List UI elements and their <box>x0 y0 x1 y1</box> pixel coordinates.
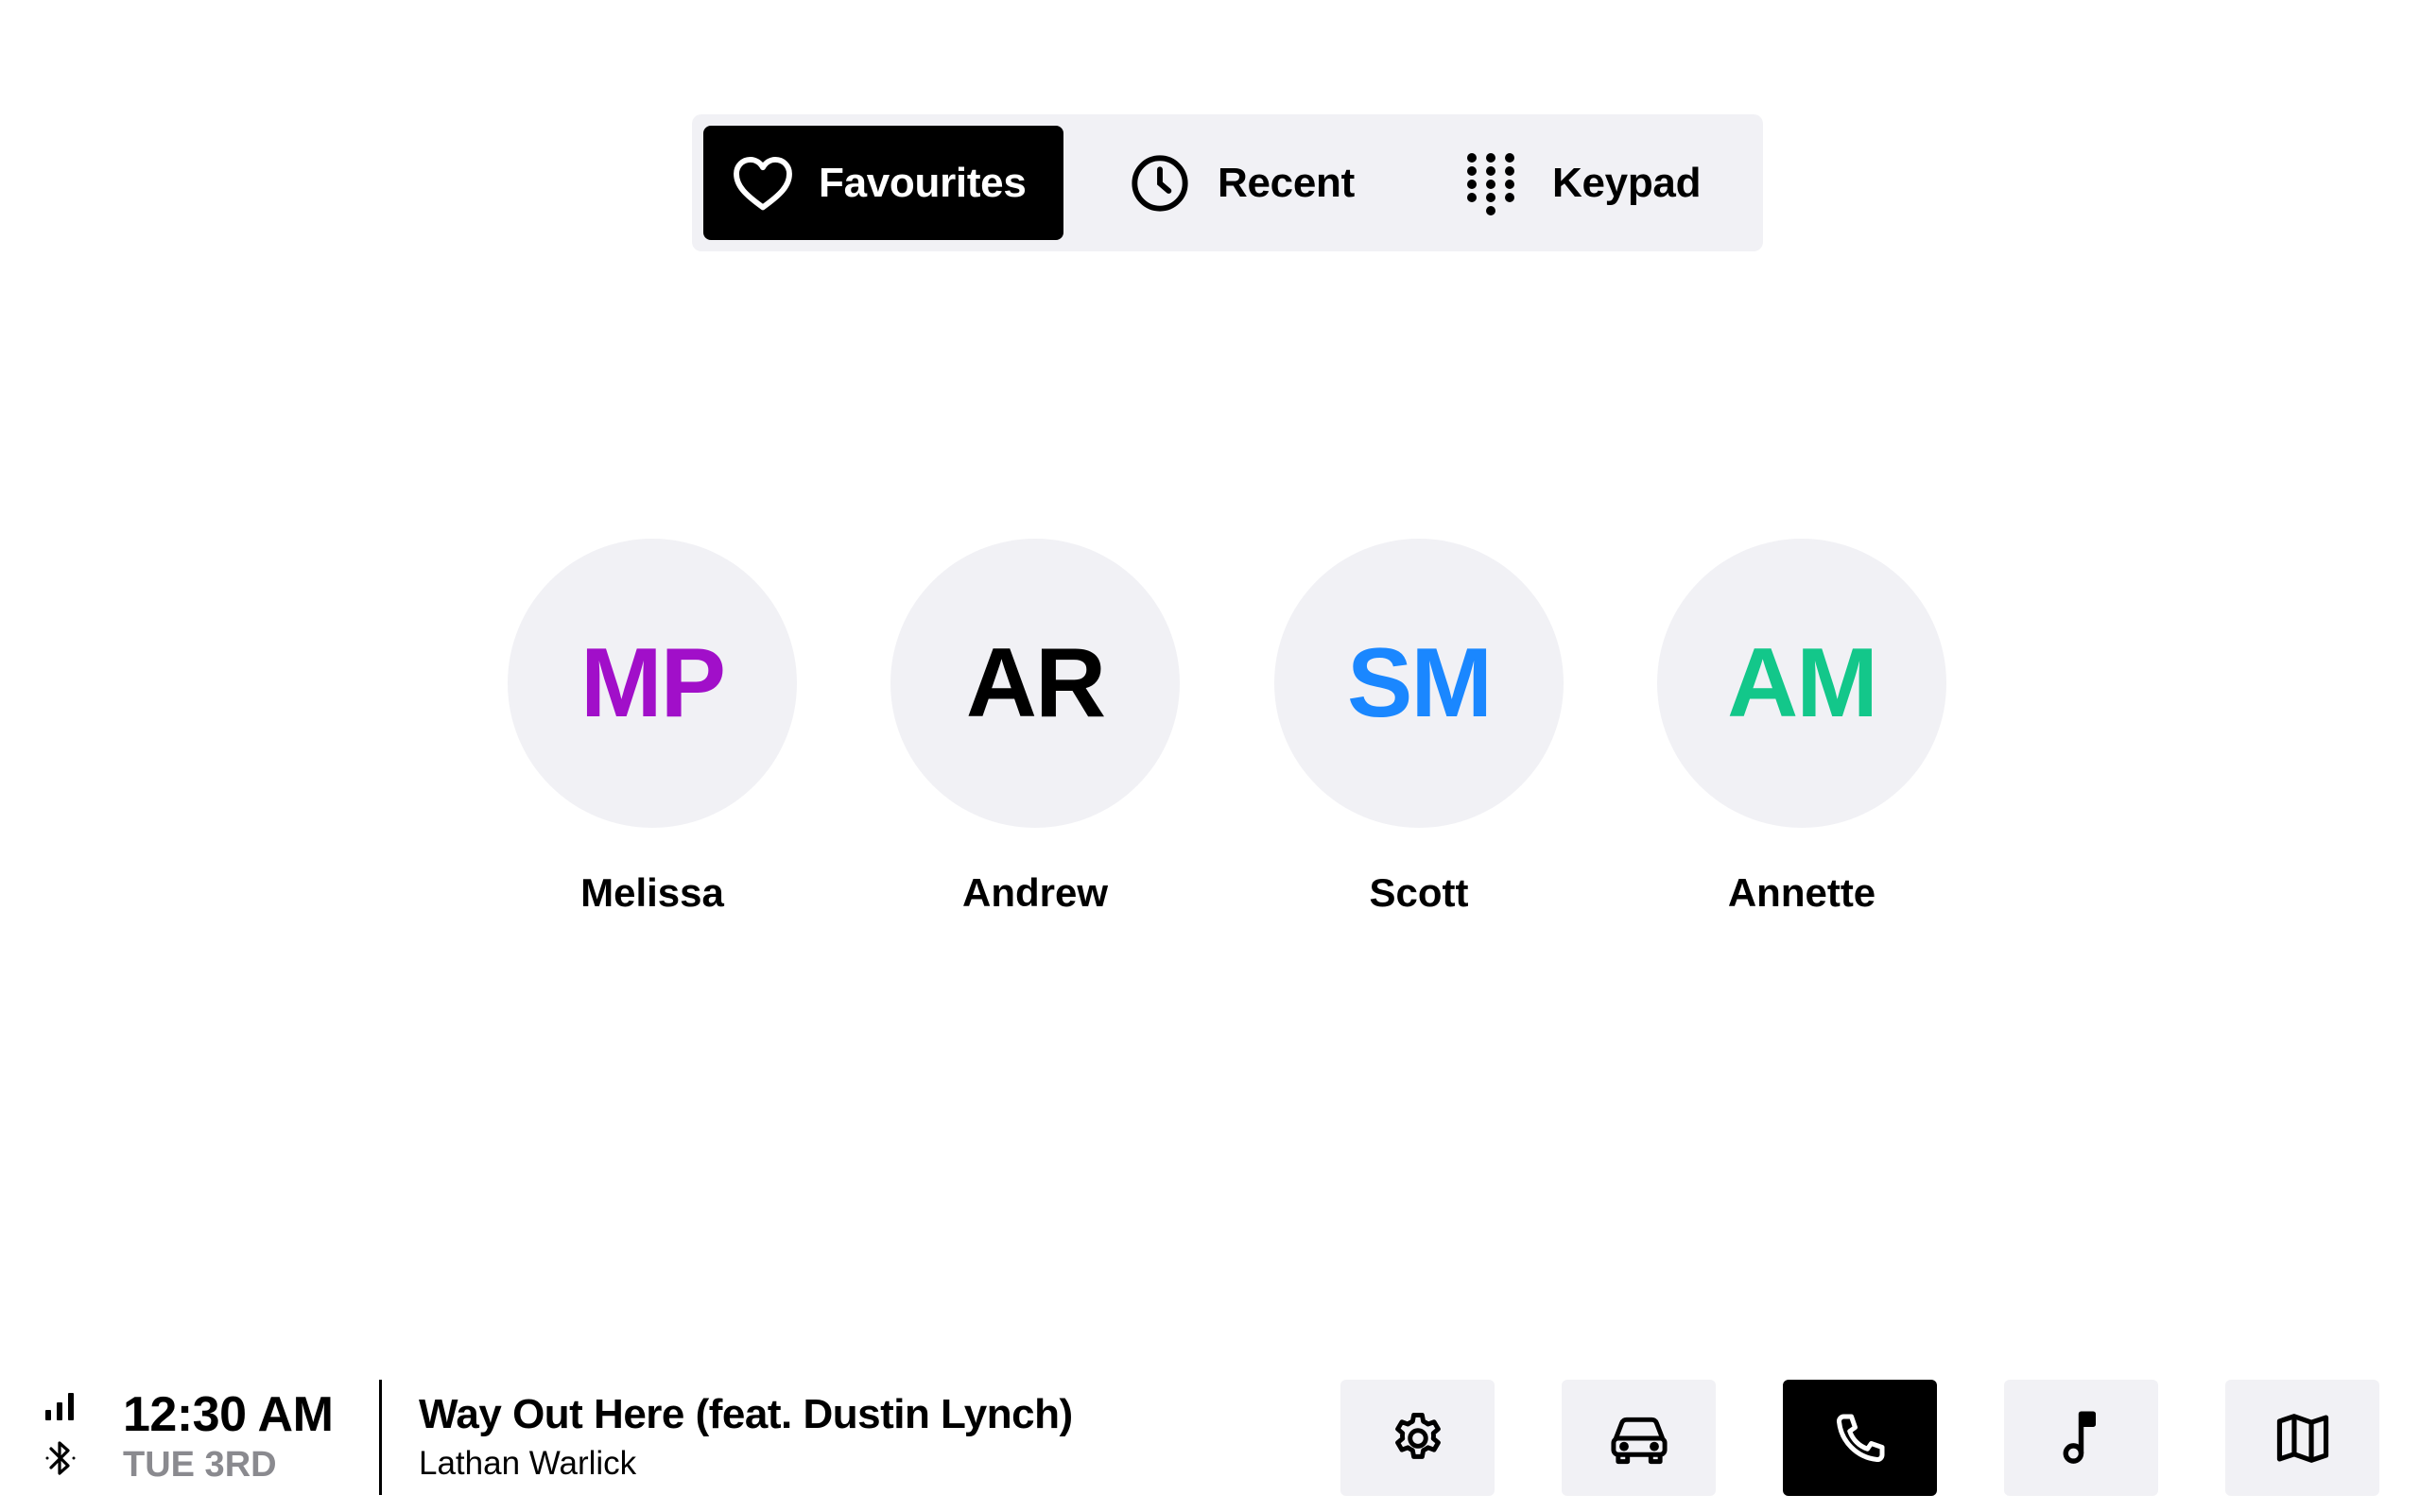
current-time: 12:30 AM <box>123 1387 334 1442</box>
phone-button[interactable] <box>1783 1380 1937 1496</box>
contact-name: Annette <box>1727 870 1876 915</box>
tab-recent[interactable]: Recent <box>1127 126 1410 240</box>
favourite-contact-annette[interactable]: AM Annette <box>1657 539 1946 916</box>
avatar: SM <box>1274 539 1564 828</box>
status-indicators <box>43 1389 81 1484</box>
song-artist: Lathan Warlick <box>419 1445 637 1482</box>
tab-recent-label: Recent <box>1218 159 1355 206</box>
tab-keypad[interactable]: Keypad <box>1458 126 1741 240</box>
clock: 12:30 AM TUE 3RD <box>123 1387 334 1486</box>
tab-favourites-label: Favourites <box>819 159 1027 206</box>
settings-icon <box>1389 1409 1447 1468</box>
avatar: AR <box>890 539 1180 828</box>
phone-tab-bar: Favourites Recent Keypad <box>692 114 1763 251</box>
avatar: MP <box>508 539 797 828</box>
music-button[interactable] <box>2004 1380 2158 1496</box>
map-button[interactable] <box>2225 1380 2379 1496</box>
tab-favourites[interactable]: Favourites <box>703 126 1063 240</box>
avatar-initials: AR <box>965 627 1106 738</box>
music-icon <box>2053 1408 2110 1469</box>
signal-icon <box>43 1389 81 1428</box>
avatar-initials: SM <box>1347 627 1493 738</box>
favourite-contact-melissa[interactable]: MP Melissa <box>508 539 797 916</box>
heart-icon <box>730 150 796 216</box>
favourite-contact-scott[interactable]: SM Scott <box>1274 539 1564 916</box>
now-playing[interactable]: Way Out Here (feat. Dustin Lynch) Lathan… <box>419 1389 1073 1484</box>
current-date: TUE 3RD <box>123 1445 277 1485</box>
clock-icon <box>1127 150 1193 216</box>
tab-keypad-label: Keypad <box>1552 159 1702 206</box>
divider <box>379 1380 382 1495</box>
song-title: Way Out Here (feat. Dustin Lynch) <box>419 1391 1073 1437</box>
keypad-icon <box>1458 150 1524 216</box>
car-button[interactable] <box>1562 1380 1716 1496</box>
phone-icon <box>1832 1410 1889 1467</box>
avatar-initials: AM <box>1727 627 1878 738</box>
contact-name: Scott <box>1369 870 1469 915</box>
bluetooth-icon <box>43 1437 81 1484</box>
map-icon <box>2273 1409 2332 1468</box>
favourite-contact-andrew[interactable]: AR Andrew <box>890 539 1180 916</box>
avatar: AM <box>1657 539 1946 828</box>
contact-name: Andrew <box>961 870 1108 915</box>
avatar-initials: MP <box>580 627 726 738</box>
car-icon <box>1609 1410 1669 1467</box>
settings-button[interactable] <box>1340 1380 1495 1496</box>
contact-name: Melissa <box>580 870 724 915</box>
